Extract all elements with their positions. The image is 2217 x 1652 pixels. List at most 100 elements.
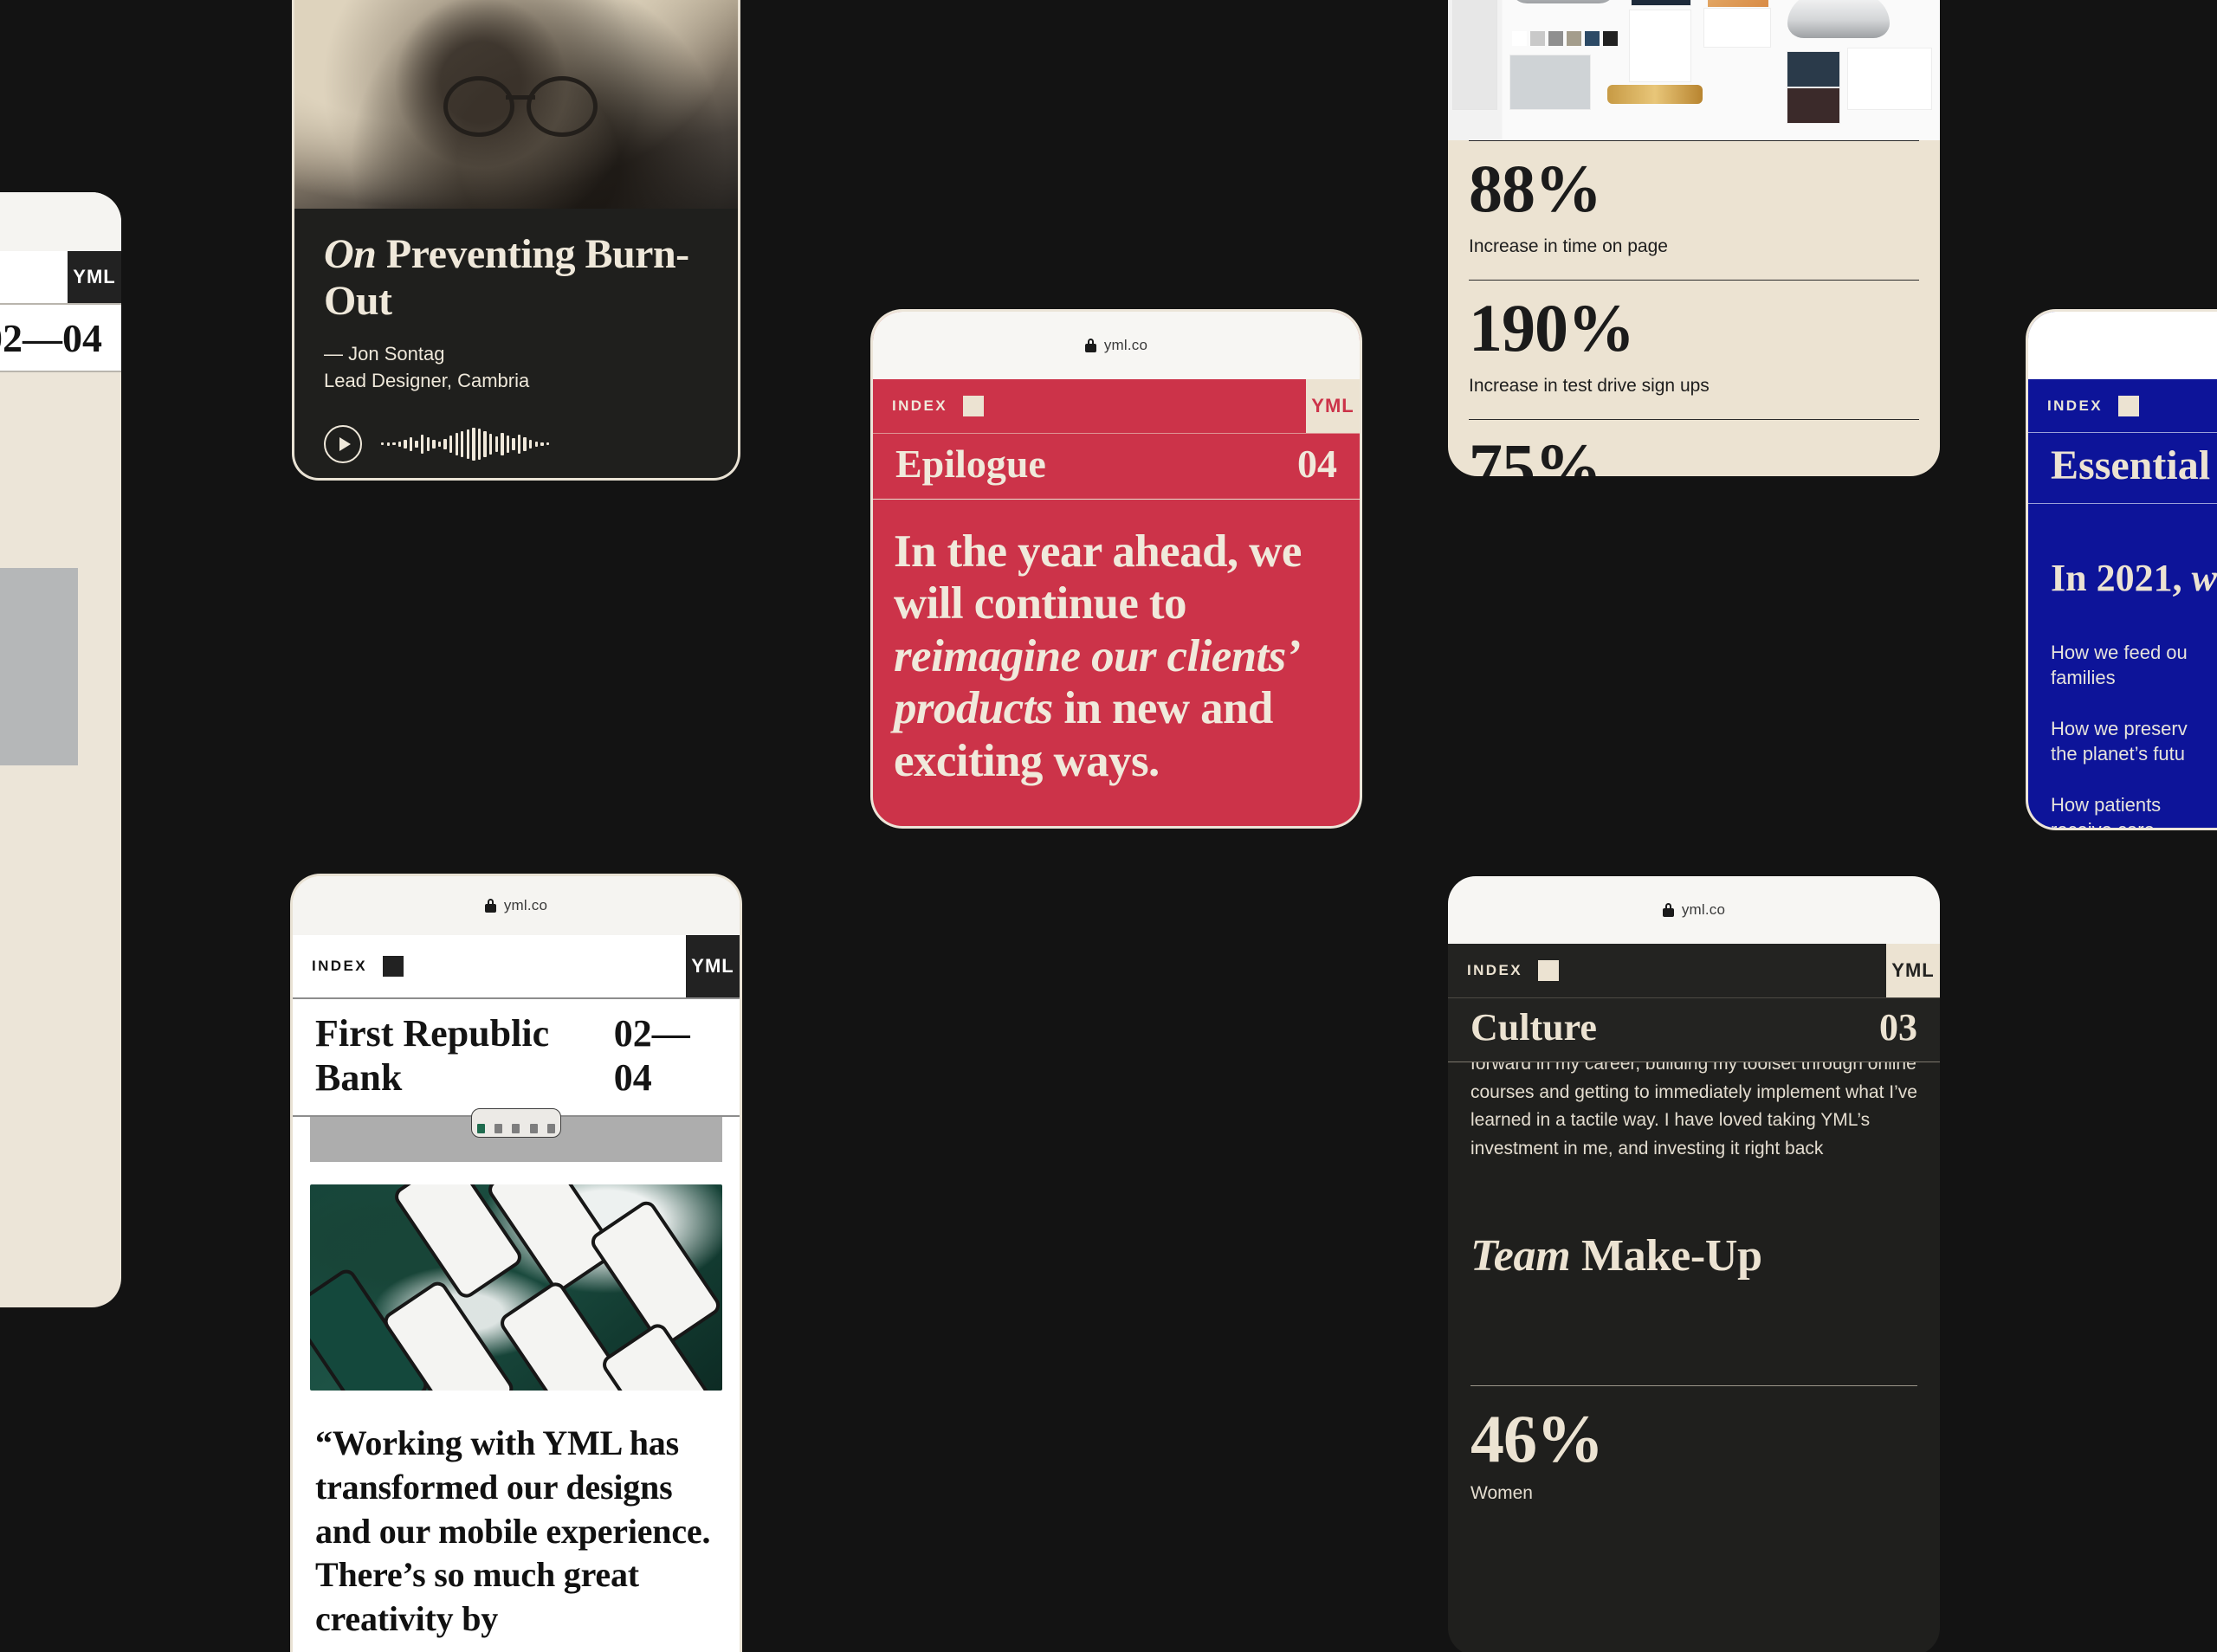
section-header: Culture 03 [1448,997,1940,1062]
waveform-bar [455,432,458,455]
yml-logo-badge[interactable]: YML [1886,944,1940,997]
card-essentials[interactable]: INDEX Essential In 2021, w How we feed o… [2028,312,2217,828]
index-bar[interactable]: INDEX YML [1448,944,1940,997]
quote-line-0: y [0,817,121,860]
stat-value: 88% [1469,151,1602,226]
epilogue-body: In the year ahead, we will continue to r… [873,500,1360,826]
index-bar-spacer [0,251,68,303]
waveform-bar [421,434,424,454]
yml-logo-badge[interactable]: YML [1306,379,1360,433]
index-label: INDEX [892,397,947,414]
paragraph-line-0: roadmap — [0,384,121,410]
stat-value: 75% [1469,429,1602,477]
index-link[interactable]: INDEX [2028,379,2217,432]
index-bar[interactable]: YML [0,251,121,305]
app-mockup-image [310,1184,722,1391]
browser-chrome-bar [2028,312,2217,379]
image-strip [310,1108,722,1162]
index-link[interactable]: INDEX [293,935,686,997]
list-item: How we feed ou families [2051,642,2188,689]
card-epilogue[interactable]: yml.co INDEX YML Epilogue 04 In the year… [873,312,1360,826]
client-quote: “Working with YML has transformed our de… [315,1423,711,1639]
lock-icon [484,899,496,913]
waveform-bar [381,442,385,446]
waveform-bar [466,429,470,459]
waveform-bar [506,435,510,453]
interview-title: On Preventing Burn-Out [324,231,708,325]
index-link[interactable]: INDEX [1448,944,1886,997]
waveform-bar [529,439,533,448]
author-name: — Jon Sontag [324,342,445,365]
menu-square-icon[interactable] [962,396,984,416]
screenshot-stage: YML 02—04 roadmap — roduct — to merce nn… [0,0,2217,1652]
waveform-bar [488,433,493,455]
menu-square-icon[interactable] [2117,395,2139,416]
sticky-header: INDEX YML Culture 03 [1448,944,1940,1062]
index-label: INDEX [312,958,367,974]
index-bar[interactable]: INDEX YML [293,935,740,999]
card-case-study-first-republic[interactable]: yml.co INDEX YML First Republic Bank 02—… [293,876,740,1652]
list-item: How patients receive care [2051,794,2162,828]
waveform-bar [432,439,436,448]
url-text: yml.co [1681,901,1726,918]
section-title: Epilogue [895,442,1046,486]
stat-label: Increase in test drive sign ups [1469,376,1710,396]
waveform-bar [472,427,475,461]
essentials-list: How we feed ou families How we preserv t… [2028,600,2217,828]
card-case-study-left[interactable]: YML 02—04 roadmap — roduct — to merce nn… [0,192,121,1307]
waveform-bar [443,438,447,449]
index-bar[interactable]: INDEX [2028,379,2217,433]
section-title: First Republic Bank [315,1012,550,1099]
paragraph-line-1: roduct — to [0,410,121,436]
essentials-lead: In 2021, w [2028,504,2217,600]
team-makeup-title: Team Make-Up [1448,1163,1940,1281]
waveform-bar [477,428,482,460]
team-title-rest: Make-Up [1570,1231,1762,1281]
menu-square-icon[interactable] [1537,960,1559,981]
design-mosaic-image [1448,0,1940,140]
audio-player[interactable] [324,424,708,463]
index-link[interactable]: INDEX [873,379,1306,433]
play-icon[interactable] [324,424,362,463]
url-text: yml.co [503,897,548,913]
waveform-bar [512,437,515,450]
footnote-text: res [0,1001,121,1019]
section-header: Epilogue 04 [873,433,1360,500]
waveform-bar [392,442,396,446]
waveform-bar [523,436,527,451]
card-interview-jon-sontag[interactable]: On Preventing Burn-Out — Jon Sontag Lead… [294,0,738,478]
waveform-bar [404,439,407,448]
stat-item: 75% [1469,419,1919,476]
paragraph-line-4: commerce to re- [0,487,121,513]
waveform-bar [546,442,550,446]
browser-chrome-bar: yml.co [1448,876,1940,944]
interview-byline: — Jon Sontag Lead Designer, Cambria [324,340,708,394]
waveform-bar [517,434,521,454]
stat-label: Women [1470,1483,1533,1504]
yml-logo-badge[interactable]: YML [686,935,740,997]
waveform-bar [415,440,418,448]
lock-icon [1662,903,1674,917]
menu-square-icon[interactable] [382,956,404,977]
glasses-bridge [506,95,535,100]
index-label: INDEX [1467,962,1522,978]
card-culture[interactable]: yml.co INDEX YML Culture 03 forward in m… [1448,876,1940,1652]
waveform-bar [386,442,390,446]
stat-item: 46% Women [1448,1386,1940,1504]
waveform-bar [501,432,504,455]
card-polestar-stats[interactable]: 88% Increase in time on page 190% Increa… [1448,0,1940,476]
index-label: INDEX [2047,397,2103,414]
quote-line-1: nge, but [0,864,121,907]
yml-logo-badge[interactable]: YML [68,251,121,303]
section-number: 04 [1297,442,1337,486]
waveform-bar [540,442,544,446]
waveform-bar [483,430,487,457]
waveform-bar [449,435,453,453]
portrait-photo [294,0,738,209]
lead-normal: In 2021, [2051,557,2192,599]
section-title: Culture [1470,1006,1597,1049]
stat-item: 190% Increase in test drive sign ups [1469,280,1919,419]
index-bar[interactable]: INDEX YML [873,379,1360,433]
browser-chrome-bar [0,192,121,251]
audio-waveform[interactable] [381,426,550,462]
